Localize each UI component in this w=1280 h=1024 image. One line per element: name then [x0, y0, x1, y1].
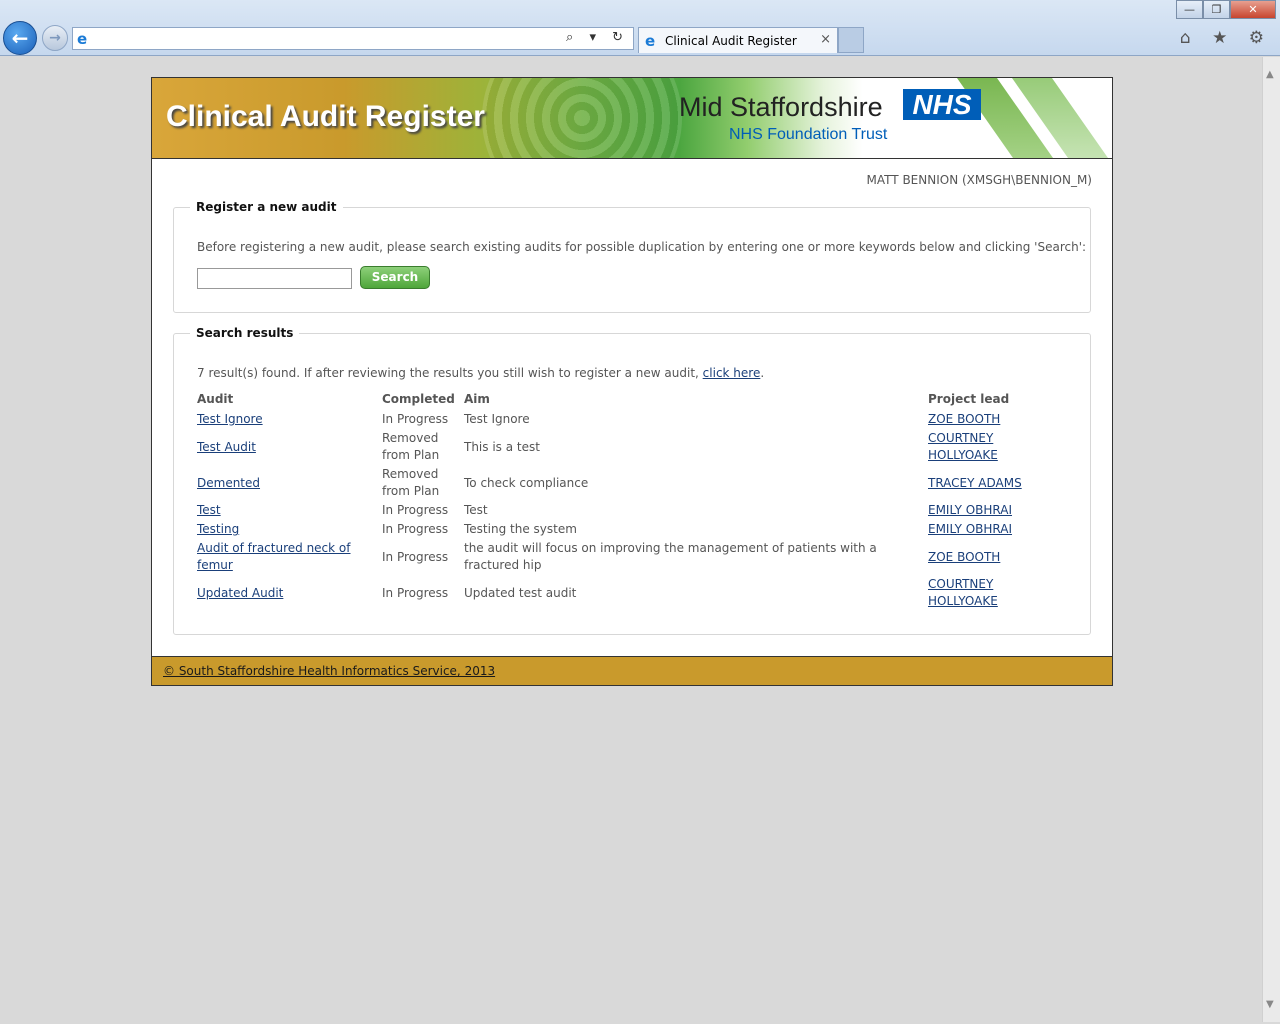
audit-link[interactable]: Updated Audit	[197, 585, 377, 602]
project-lead-link[interactable]: EMILY OBHRAI	[928, 502, 1058, 519]
audit-aim: Test Ignore	[464, 412, 530, 426]
audit-link[interactable]: Test Audit	[197, 439, 377, 456]
completed-status: In Progress	[382, 503, 449, 517]
page-container: Clinical Audit Register Mid Staffordshir…	[151, 77, 1113, 686]
audit-aim: the audit will focus on improving the ma…	[464, 541, 877, 572]
tab-title: Clinical Audit Register	[665, 34, 797, 48]
project-lead-link[interactable]: ZOE BOOTH	[928, 549, 1058, 566]
page-footer: © South Staffordshire Health Informatics…	[152, 656, 1112, 685]
search-button[interactable]: Search	[360, 266, 430, 289]
back-button[interactable]: ←	[3, 21, 37, 55]
home-favorites-tools-icons[interactable]: ⌂ ★ ⚙	[1180, 28, 1272, 48]
site-title: Clinical Audit Register	[166, 100, 485, 133]
org-name: Mid Staffordshire	[679, 92, 883, 122]
window-controls: — ❐ ✕	[1176, 0, 1276, 19]
current-user: MATT BENNION (XMSGH\BENNION_M)	[866, 173, 1092, 187]
audit-link[interactable]: Test Ignore	[197, 411, 377, 428]
col-header-project-lead[interactable]: Project lead	[928, 392, 1009, 406]
audit-link[interactable]: Test	[197, 502, 377, 519]
audit-aim: To check compliance	[464, 476, 589, 490]
audit-link[interactable]: Audit of fractured neck of femur	[197, 540, 357, 574]
section-legend: Register a new audit	[190, 200, 343, 214]
completed-status: In Progress	[382, 412, 449, 426]
audit-link[interactable]: Demented	[197, 475, 377, 492]
minimize-button[interactable]: —	[1176, 0, 1203, 19]
nhs-logo: NHS	[903, 89, 981, 120]
project-lead-link[interactable]: EMILY OBHRAI	[928, 521, 1058, 538]
results-summary: 7 result(s) found. If after reviewing th…	[197, 366, 764, 380]
copyright-link[interactable]: © South Staffordshire Health Informatics…	[163, 664, 495, 678]
audit-aim: This is a test	[464, 440, 540, 454]
maximize-button[interactable]: ❐	[1203, 0, 1230, 19]
completed-status: In Progress	[382, 550, 449, 564]
col-header-aim[interactable]: Aim	[464, 392, 490, 406]
vertical-scrollbar[interactable]: ▲ ▼	[1262, 57, 1280, 1022]
results-summary-end: .	[760, 366, 765, 380]
banner-rings-decoration	[482, 78, 682, 158]
register-intro: Before registering a new audit, please s…	[197, 240, 1087, 254]
col-header-audit[interactable]: Audit	[197, 392, 233, 406]
scroll-up-icon[interactable]: ▲	[1266, 69, 1274, 80]
audit-aim: Test	[464, 503, 488, 517]
address-bar[interactable]: e ⌕ ▾ ↻	[72, 27, 634, 50]
register-new-audit-link[interactable]: click here	[703, 366, 761, 380]
new-tab-button[interactable]	[838, 27, 864, 53]
header-banner: Clinical Audit Register Mid Staffordshir…	[152, 78, 1112, 159]
org-subtitle: NHS Foundation Trust	[729, 126, 888, 143]
forward-icon: →	[49, 30, 61, 46]
results-summary-text: 7 result(s) found. If after reviewing th…	[197, 366, 699, 380]
project-lead-link[interactable]: TRACEY ADAMS	[928, 475, 1058, 492]
project-lead-link[interactable]: COURTNEY HOLLYOAKE	[928, 576, 1008, 610]
search-results-section: Search results 7 result(s) found. If aft…	[173, 326, 1091, 635]
scroll-down-icon[interactable]: ▼	[1266, 999, 1274, 1010]
register-audit-section: Register a new audit Before registering …	[173, 200, 1091, 313]
audit-link[interactable]: Testing	[197, 521, 377, 538]
section-legend: Search results	[190, 326, 300, 340]
completed-status: Removed from Plan	[382, 467, 440, 498]
ie-icon: e	[645, 32, 656, 50]
ie-icon: e	[77, 30, 88, 48]
col-header-completed[interactable]: Completed	[382, 392, 455, 406]
audit-aim: Updated test audit	[464, 586, 577, 600]
address-tools[interactable]: ⌕ ▾ ↻	[566, 30, 629, 45]
search-input[interactable]	[197, 268, 352, 289]
forward-button[interactable]: →	[42, 25, 68, 51]
project-lead-link[interactable]: ZOE BOOTH	[928, 411, 1038, 428]
close-window-button[interactable]: ✕	[1230, 0, 1276, 19]
project-lead-link[interactable]: COURTNEY HOLLYOAKE	[928, 430, 1008, 464]
audit-aim: Testing the system	[464, 522, 577, 536]
browser-tab[interactable]: e Clinical Audit Register ×	[638, 27, 838, 53]
browser-chrome: ← → e ⌕ ▾ ↻ e Clinical Audit Register × …	[0, 0, 1280, 56]
completed-status: In Progress	[382, 522, 449, 536]
completed-status: Removed from Plan	[382, 431, 440, 462]
tab-close-icon[interactable]: ×	[820, 32, 831, 47]
completed-status: In Progress	[382, 586, 449, 600]
